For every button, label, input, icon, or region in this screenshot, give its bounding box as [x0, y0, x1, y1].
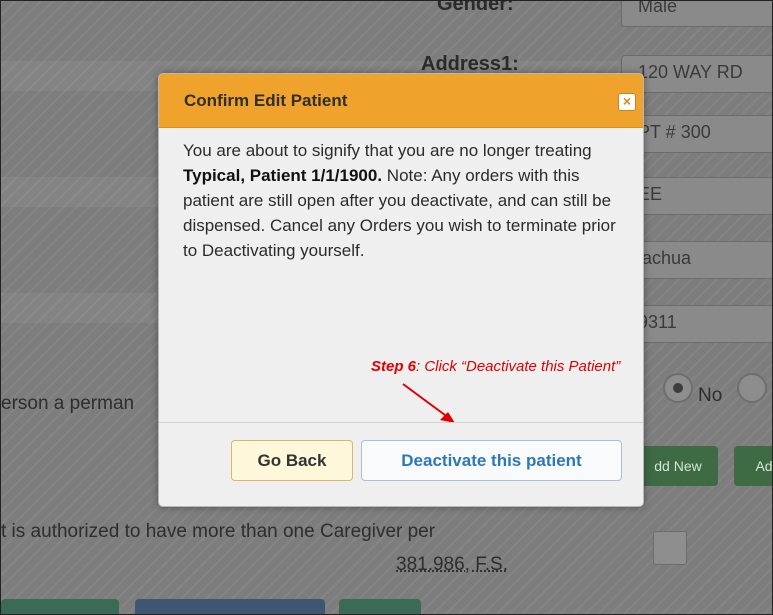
- dialog-footer: Go Back Deactivate this patient: [159, 422, 643, 506]
- bottom-button-3[interactable]: [339, 599, 421, 614]
- deactivate-patient-button[interactable]: Deactivate this patient: [361, 440, 622, 481]
- message-intro: You are about to signify that you are no…: [183, 141, 592, 160]
- bottom-button-2[interactable]: [135, 599, 325, 614]
- dialog-header: Confirm Edit Patient: [159, 74, 643, 128]
- confirm-edit-patient-dialog: Confirm Edit Patient × You are about to …: [158, 73, 644, 507]
- add-button[interactable]: Ad: [734, 446, 772, 486]
- step-annotation: Step 6: Click “Deactivate this Patient”: [371, 358, 620, 375]
- add-new-button[interactable]: dd New: [638, 446, 718, 486]
- permanent-question: erson a perman: [1, 393, 135, 414]
- radio-no-label: No: [698, 385, 723, 406]
- close-icon[interactable]: ×: [618, 93, 636, 111]
- bottom-button-1[interactable]: [1, 599, 119, 614]
- page-frame: Gender: Male Address1: 120 WAY RD PT # 3…: [0, 0, 773, 615]
- step-text: : Click “Deactivate this Patient”: [416, 358, 621, 375]
- go-back-button[interactable]: Go Back: [231, 440, 353, 481]
- step-label: Step 6: [371, 358, 417, 375]
- patient-name: Typical, Patient 1/1/1900.: [183, 166, 383, 185]
- gender-field[interactable]: Male: [621, 1, 772, 27]
- radio-no[interactable]: [737, 373, 767, 403]
- caregiver-checkbox[interactable]: [653, 531, 687, 565]
- dialog-title: Confirm Edit Patient: [184, 91, 348, 110]
- gender-label: Gender:: [437, 0, 514, 15]
- caregiver-question: t is authorized to have more than one Ca…: [1, 521, 436, 542]
- radio-selected-dot: [673, 383, 683, 393]
- radio-yes[interactable]: [663, 373, 693, 403]
- annotation-arrow-icon: [402, 383, 455, 423]
- dialog-message: You are about to signify that you are no…: [183, 138, 623, 263]
- caregiver-statute-link[interactable]: 381.986, F.S.: [396, 554, 508, 576]
